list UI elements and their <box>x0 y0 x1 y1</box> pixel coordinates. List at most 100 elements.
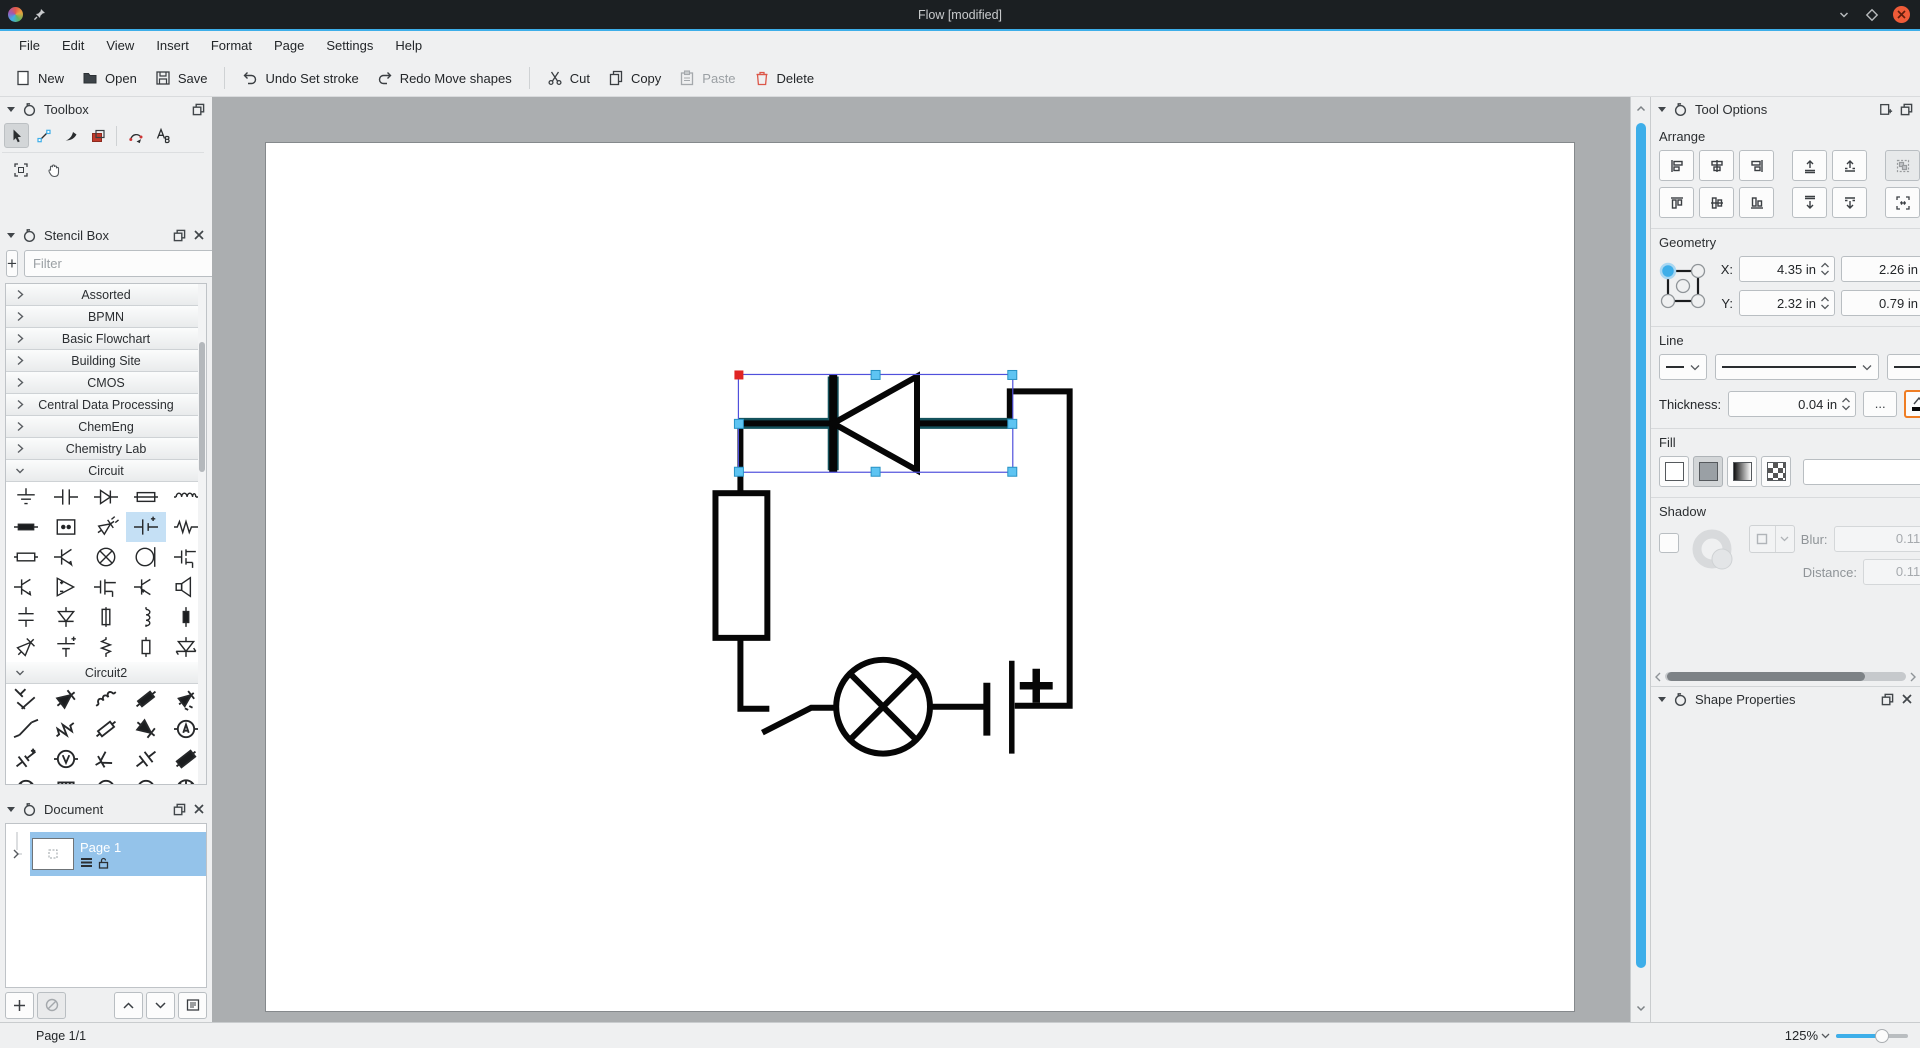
stencil-category-chemistry-lab[interactable]: Chemistry Lab <box>6 438 206 460</box>
stencil-resistor-filled[interactable] <box>126 684 166 714</box>
raise-button[interactable] <box>1832 150 1867 181</box>
stencil-category-basic-flowchart[interactable]: Basic Flowchart <box>6 328 206 350</box>
stencil-triac[interactable] <box>6 632 46 662</box>
scroll-right-icon[interactable] <box>1908 672 1918 682</box>
maximize-button[interactable] <box>1865 8 1879 22</box>
delete-button[interactable]: Delete <box>745 65 824 91</box>
align-top-button[interactable] <box>1659 187 1694 218</box>
menu-settings[interactable]: Settings <box>315 34 384 57</box>
collapse-arrow-icon[interactable] <box>7 107 15 112</box>
stencil-resistor-bar[interactable] <box>6 512 46 542</box>
stencil-capacitor-vertical[interactable] <box>6 602 46 632</box>
restore-panel-icon[interactable] <box>173 803 186 816</box>
stencil-two-way-switch[interactable] <box>6 684 46 714</box>
stencil-earth-ground[interactable] <box>6 482 46 512</box>
menu-page[interactable]: Page <box>263 34 315 57</box>
zoom-slider[interactable] <box>1836 1029 1908 1043</box>
drawing-page[interactable] <box>265 142 1575 1012</box>
pan-tool[interactable] <box>41 157 66 182</box>
stencil-diode-vertical[interactable] <box>46 602 86 632</box>
line-join-dropdown[interactable] <box>1887 354 1920 380</box>
stencil-category-chemeng[interactable]: ChemEng <box>6 416 206 438</box>
stencil-ac-source[interactable] <box>86 774 126 785</box>
send-to-back-button[interactable] <box>1792 187 1827 218</box>
stencil-lamp-round[interactable] <box>126 542 166 572</box>
stencil-category-building-site[interactable]: Building Site <box>6 350 206 372</box>
stencil-pnp-arrow[interactable] <box>126 572 166 602</box>
close-button[interactable] <box>1893 6 1910 23</box>
stencil-resistor-zigzag-vertical[interactable] <box>86 632 126 662</box>
line-cap-dropdown[interactable] <box>1659 354 1707 380</box>
spinner-arrows-icon[interactable] <box>1820 294 1830 312</box>
align-right-button[interactable] <box>1739 150 1774 181</box>
save-button[interactable]: Save <box>146 65 217 91</box>
fill-gradient-button[interactable] <box>1727 456 1757 487</box>
x-position-spinner[interactable]: 4.35 in <box>1739 256 1835 282</box>
collapse-arrow-icon[interactable] <box>1658 697 1666 702</box>
line-style-dropdown[interactable] <box>1715 354 1879 380</box>
undo-button[interactable]: Undo Set stroke <box>233 65 367 91</box>
zoom-level-select[interactable]: 125% <box>1785 1028 1830 1043</box>
calligraphy-tool[interactable] <box>58 123 83 148</box>
stencil-category-bpmn[interactable]: BPMN <box>6 306 206 328</box>
lower-button[interactable] <box>1832 187 1867 218</box>
ungroup-button[interactable] <box>1885 187 1920 218</box>
delete-page-button[interactable] <box>37 992 66 1019</box>
stencil-diode[interactable] <box>86 482 126 512</box>
menu-format[interactable]: Format <box>200 34 263 57</box>
copy-button[interactable]: Copy <box>599 65 670 91</box>
stencil-npn-transistor[interactable] <box>6 572 46 602</box>
stencil-category-circuit[interactable]: Circuit <box>6 460 206 482</box>
zoom-tool[interactable] <box>8 157 33 182</box>
fill-none-button[interactable] <box>1659 456 1689 487</box>
paste-button[interactable]: Paste <box>670 65 744 91</box>
position-anchor-selector[interactable] <box>1659 262 1707 310</box>
minimize-button[interactable] <box>1837 8 1851 22</box>
restore-panel-icon[interactable] <box>173 229 186 242</box>
close-panel-icon[interactable] <box>193 803 205 815</box>
restore-panel-icon[interactable] <box>192 103 205 116</box>
collapse-arrow-icon[interactable] <box>7 233 15 238</box>
group-button[interactable] <box>1885 150 1920 181</box>
restore-panel-icon[interactable] <box>1900 103 1913 116</box>
path-edit-tool[interactable] <box>123 123 148 148</box>
add-stencil-button[interactable]: + <box>6 250 18 277</box>
stencil-resistor-box-vertical[interactable] <box>126 632 166 662</box>
menu-insert[interactable]: Insert <box>145 34 200 57</box>
shadow-color-button[interactable] <box>1749 525 1795 553</box>
spinner-arrows-icon[interactable] <box>1820 260 1830 278</box>
stencil-photodiode[interactable] <box>86 512 126 542</box>
new-view-icon[interactable] <box>1879 102 1893 116</box>
scroll-down-icon[interactable] <box>1635 1002 1647 1014</box>
stencil-resistor-box[interactable] <box>6 542 46 572</box>
select-tool[interactable] <box>4 123 29 148</box>
stencil-zener-filled[interactable] <box>126 714 166 744</box>
stencil-pnp-transistor[interactable] <box>46 542 86 572</box>
stencil-contact-block[interactable] <box>46 512 86 542</box>
thickness-spinner[interactable]: 0.04 in <box>1728 391 1856 417</box>
stencil-fuse-vertical[interactable] <box>86 602 126 632</box>
page-tree-item[interactable]: Page 1 <box>30 832 206 876</box>
artistic-text-tool[interactable] <box>150 123 175 148</box>
stencil-fuse[interactable] <box>126 482 166 512</box>
redo-button[interactable]: Redo Move shapes <box>368 65 521 91</box>
float-panel-icon[interactable] <box>22 228 37 243</box>
canvas-vertical-scrollbar[interactable] <box>1630 97 1650 1022</box>
line-more-button[interactable]: ... <box>1863 391 1897 417</box>
menu-file[interactable]: File <box>8 34 51 57</box>
connector-tool[interactable] <box>31 123 56 148</box>
stencil-category-central-data-processing[interactable]: Central Data Processing <box>6 394 206 416</box>
tool-options-hscrollbar[interactable] <box>1653 669 1918 684</box>
scroll-left-icon[interactable] <box>1653 672 1663 682</box>
stencil-opamp[interactable] <box>46 572 86 602</box>
align-vcenter-button[interactable] <box>1699 187 1734 218</box>
stencil-capacitor[interactable] <box>46 482 86 512</box>
float-panel-icon[interactable] <box>22 102 37 117</box>
stencil-category-assorted[interactable]: Assorted <box>6 284 206 306</box>
blur-input[interactable]: 0.11 in <box>1834 526 1920 552</box>
fill-color-swatch[interactable] <box>1803 459 1920 485</box>
move-down-button[interactable] <box>146 992 175 1019</box>
stencil-battery[interactable] <box>126 512 166 542</box>
open-button[interactable]: Open <box>73 65 146 91</box>
stencil-category-cmos[interactable]: CMOS <box>6 372 206 394</box>
